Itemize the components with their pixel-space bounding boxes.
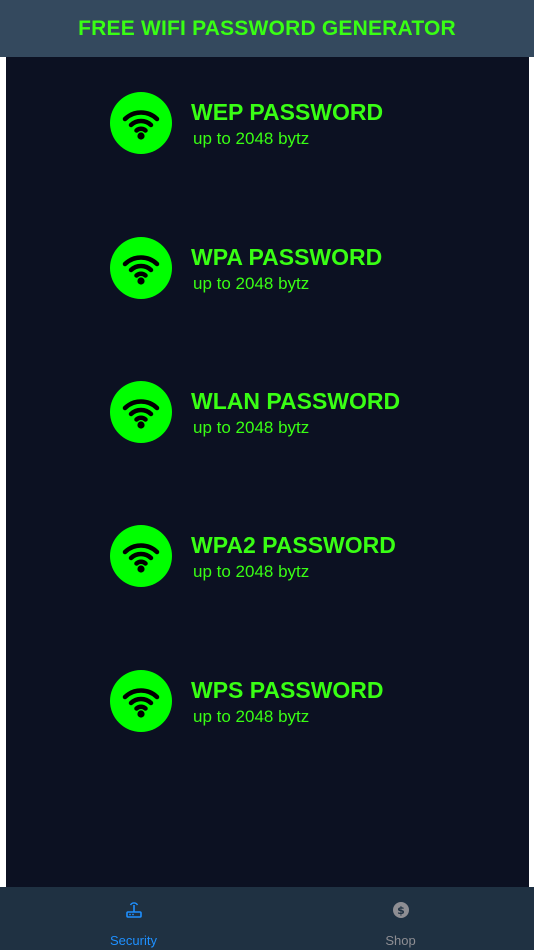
tab-security[interactable]: Security	[0, 887, 267, 950]
tab-label: Shop	[385, 933, 416, 948]
list-item-wps[interactable]: WPS PASSWORD up to 2048 bytz	[110, 670, 440, 734]
dollar-coin-icon: $	[392, 902, 409, 918]
item-title: WPA2 PASSWORD	[191, 532, 396, 558]
wifi-icon	[110, 525, 172, 587]
wifi-icon	[110, 381, 172, 443]
tab-shop[interactable]: $ Shop	[267, 887, 534, 950]
app-header: FREE WIFI PASSWORD GENERATOR	[0, 0, 534, 57]
tab-label: Security	[110, 933, 157, 948]
wifi-icon	[110, 92, 172, 154]
item-subtitle: up to 2048 bytz	[193, 562, 310, 581]
item-title: WLAN PASSWORD	[191, 388, 401, 414]
page-title: FREE WIFI PASSWORD GENERATOR	[78, 16, 456, 40]
list-item-wlan[interactable]: WLAN PASSWORD up to 2048 bytz	[110, 381, 440, 445]
wifi-icon	[110, 670, 172, 732]
tab-bar: Security $ Shop	[0, 887, 534, 950]
password-type-list: WEP PASSWORD up to 2048 bytz WPA PASSWOR…	[6, 57, 529, 887]
item-subtitle: up to 2048 bytz	[193, 129, 310, 148]
svg-text:$: $	[397, 904, 405, 917]
item-title: WEP PASSWORD	[191, 99, 384, 125]
item-title: WPS PASSWORD	[191, 677, 384, 703]
item-title: WPA PASSWORD	[191, 244, 383, 270]
router-icon	[125, 902, 142, 918]
item-subtitle: up to 2048 bytz	[193, 274, 310, 293]
list-item-wep[interactable]: WEP PASSWORD up to 2048 bytz	[110, 92, 440, 156]
item-subtitle: up to 2048 bytz	[193, 418, 310, 437]
item-subtitle: up to 2048 bytz	[193, 707, 310, 726]
list-item-wpa2[interactable]: WPA2 PASSWORD up to 2048 bytz	[110, 525, 440, 589]
list-item-wpa[interactable]: WPA PASSWORD up to 2048 bytz	[110, 237, 440, 301]
wifi-icon	[110, 237, 172, 299]
